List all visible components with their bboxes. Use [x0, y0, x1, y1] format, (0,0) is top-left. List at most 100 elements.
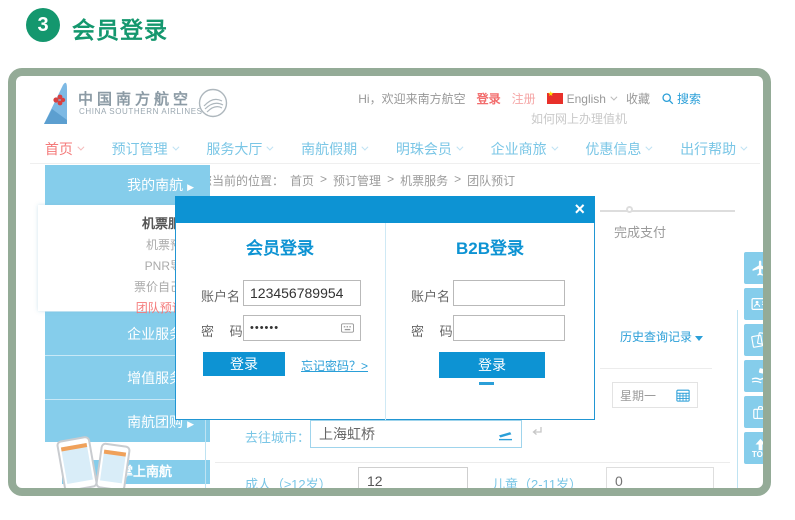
plane-icon [751, 259, 770, 278]
history-query-link[interactable]: 历史查询记录 [620, 328, 703, 345]
header-utility-bar: Hi，欢迎来南方航空 登录 注册 ★ English 收藏 搜索 [358, 90, 701, 107]
return-arrow-icon [530, 425, 543, 438]
chevron-down-icon [456, 144, 463, 151]
search-label: 搜索 [677, 90, 701, 107]
caret-down-icon [695, 336, 703, 341]
divider [600, 368, 712, 369]
member-password-input[interactable]: •••••• [243, 315, 361, 341]
date-field[interactable]: 星期一 [612, 382, 698, 408]
content-box-border [737, 310, 738, 496]
payment-tool-button[interactable] [744, 360, 771, 392]
forgot-password-link[interactable]: 忘记密码？> [301, 357, 368, 374]
language-select[interactable]: ★ English [547, 92, 615, 106]
mobile-download-link[interactable]: 手机端下载 [143, 490, 208, 496]
b2b-login-title: B2B登录 [385, 234, 595, 259]
progress-step-label: 完成支付 [614, 222, 666, 241]
breadcrumb-group-booking[interactable]: 团队预订 [467, 172, 515, 189]
chevron-down-icon [610, 94, 617, 101]
top-label: TOP [752, 451, 768, 459]
weekday-label: 星期一 [620, 387, 656, 404]
b2b-username-label: 账户名 [411, 286, 450, 305]
chevron-down-icon [741, 144, 748, 151]
language-label: English [567, 92, 606, 106]
back-to-top-button[interactable]: TOP [744, 432, 771, 464]
nav-item-travel-help[interactable]: 出行帮助 [680, 139, 745, 159]
submenu-item-group-booking[interactable]: 团队预订 ▶ [38, 298, 194, 320]
chevron-down-icon [362, 144, 369, 151]
search-icon [661, 92, 674, 105]
screenshot-frame: 中国南方航空 CHINA SOUTHERN AIRLINES Hi，欢迎来南方航… [8, 68, 771, 496]
step-number-badge: 3 [26, 8, 60, 42]
member-username-label: 账户名 [201, 286, 240, 305]
child-count-input[interactable] [606, 467, 714, 495]
destination-city-input[interactable]: 上海虹桥 [310, 420, 522, 448]
adult-count-label: 成人（≥12岁） [245, 474, 332, 493]
hand-ticket-icon [750, 366, 770, 386]
modal-header: × [175, 196, 595, 223]
logo-text-cn: 中国南方航空 [78, 88, 192, 109]
greeting-text: Hi，欢迎来南方航空 [358, 90, 465, 107]
flight-tool-button[interactable] [744, 252, 771, 284]
close-icon[interactable]: × [574, 198, 585, 220]
checkin-tool-button[interactable] [744, 288, 771, 320]
arrow-right-icon: ▶ [187, 182, 194, 192]
nav-item-home[interactable]: 首页 [45, 139, 82, 159]
progress-bar [600, 210, 735, 212]
logo-text-en: CHINA SOUTHERN AIRLINES [79, 107, 203, 116]
breadcrumb-booking[interactable]: 预订管理 [333, 172, 381, 189]
search-button[interactable]: 搜索 [661, 90, 701, 107]
online-checkin-link[interactable]: 如何网上办理值机 [531, 110, 627, 127]
airline-tail-logo [40, 82, 72, 124]
nav-item-corporate[interactable]: 企业商旅 [491, 139, 556, 159]
submenu-item-ticket-booking[interactable]: 机票预订 [38, 235, 194, 256]
breadcrumb-prefix: 您当前的位置： [200, 172, 284, 189]
b2b-login-button[interactable]: 登录 [439, 352, 545, 378]
member-password-label: 密 码 [201, 321, 249, 340]
favorite-link[interactable]: 收藏 [626, 90, 650, 107]
breadcrumb-home[interactable]: 首页 [290, 172, 314, 189]
submenu-title: 机票服务 [38, 213, 194, 235]
chevron-down-icon [646, 144, 653, 151]
chevron-down-icon [172, 144, 179, 151]
login-link[interactable]: 登录 [477, 90, 501, 107]
member-login-button[interactable]: 登录 [203, 352, 285, 376]
baggage-tool-button[interactable] [744, 396, 771, 428]
phone-image [95, 442, 131, 492]
divider [215, 462, 730, 463]
register-link[interactable]: 注册 [512, 90, 536, 107]
nav-item-promotions[interactable]: 优惠信息 [585, 139, 650, 159]
floating-toolbar: TOP [744, 252, 771, 464]
nav-item-pearl-member[interactable]: 明珠会员 [396, 139, 461, 159]
submenu-item-price-diy[interactable]: 票价自己定 [38, 277, 194, 298]
wechat-account-link[interactable]: 微信公众号 [60, 490, 125, 496]
chevron-down-icon [267, 144, 274, 151]
nav-item-holiday[interactable]: 南航假期 [301, 139, 366, 159]
adult-count-input[interactable] [358, 467, 468, 495]
arrow-up-icon [753, 438, 768, 451]
login-modal: × 会员登录 账户名 密 码 •••••• 登录 忘记密码？> B2B登录 账户… [175, 196, 595, 420]
tickets-tool-button[interactable] [744, 324, 771, 356]
nav-item-booking[interactable]: 预订管理 [112, 139, 177, 159]
calendar-icon [676, 388, 690, 402]
plane-landing-icon [498, 428, 513, 441]
content-box-border [205, 420, 206, 496]
b2b-password-label: 密 码 [411, 321, 459, 340]
arrow-right-icon: ▶ [187, 419, 194, 429]
main-nav: 首页 预订管理 服务大厅 南航假期 明珠会员 企业商旅 优惠信息 出行帮助 [30, 134, 760, 164]
app-download-links: 微信公众号 手机端下载 [60, 490, 208, 496]
flag-icon: ★ [547, 93, 563, 104]
tickets-icon [750, 330, 770, 350]
skyteam-logo [198, 88, 228, 118]
breadcrumb-ticket-service[interactable]: 机票服务 [400, 172, 448, 189]
obscured-link-fragment [479, 382, 494, 385]
chevron-down-icon [551, 144, 558, 151]
b2b-password-input[interactable] [453, 315, 565, 341]
nav-item-service-hall[interactable]: 服务大厅 [206, 139, 271, 159]
destination-city-label: 去往城市： [245, 427, 310, 446]
breadcrumb: 您当前的位置： 首页 > 预订管理 > 机票服务 > 团队预订 [200, 172, 515, 189]
chevron-down-icon [77, 144, 84, 151]
b2b-username-input[interactable] [453, 280, 565, 306]
member-username-input[interactable] [243, 280, 361, 306]
child-count-label: 儿童（2-11岁） [492, 474, 582, 493]
submenu-item-pnr-import[interactable]: PNR导入 [38, 256, 194, 277]
